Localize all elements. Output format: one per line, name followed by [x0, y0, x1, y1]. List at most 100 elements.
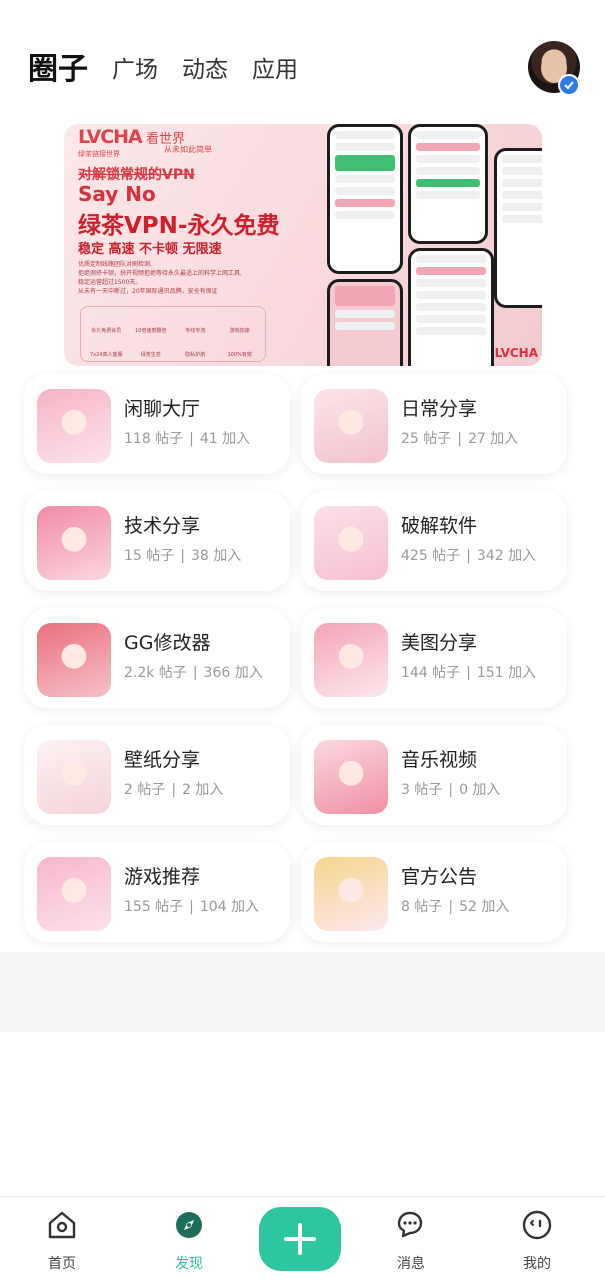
circle-card[interactable]: 游戏推荐 155 帖子 | 104 加入 [24, 842, 290, 942]
circle-title: 破解软件 [401, 515, 478, 537]
circle-thumbnail [37, 857, 111, 931]
circle-card[interactable]: 闲聊大厅 118 帖子 | 41 加入 [24, 374, 290, 474]
circle-stats: 425 帖子 | 342 加入 [401, 545, 536, 565]
post-count: 118 帖子 [124, 431, 184, 447]
stats-separator: | [180, 548, 185, 564]
phone-mockup [327, 279, 403, 366]
circle-title: 音乐视频 [401, 749, 478, 771]
compass-icon [176, 1212, 202, 1238]
banner-subheadline: 稳定 高速 不卡顿 无限速 [78, 242, 222, 257]
circle-thumbnail [314, 506, 388, 580]
phone-mockup [408, 124, 488, 244]
circle-card[interactable]: 破解软件 425 帖子 | 342 加入 [301, 491, 567, 591]
circle-thumbnail [314, 857, 388, 931]
nav-mine[interactable]: 我的 [497, 1197, 577, 1280]
footer-spacer [0, 952, 605, 1032]
circle-stats: 15 帖子 | 38 加入 [124, 545, 241, 565]
nav-messages[interactable]: 消息 [371, 1197, 451, 1280]
circle-card[interactable]: 美图分享 144 帖子 | 151 加入 [301, 608, 567, 708]
top-header: 圈子 广场 动态 应用 [0, 0, 605, 110]
banner-desc-4: 从未有一天中断过，20年国际通讯品牌，安全有保证 [78, 288, 218, 295]
circle-thumbnail [37, 740, 111, 814]
banner-feature: 永久免费会员 [91, 328, 122, 334]
join-count: 366 加入 [203, 665, 263, 681]
join-count: 104 加入 [199, 899, 260, 915]
banner-feature-grid: 永久免费会员 10倍速度翻倍 专线专流 游戏加速 7x24真人客服 绿茶生态 隐… [80, 306, 266, 362]
stats-separator: | [192, 665, 198, 681]
phone-mockup [327, 124, 403, 274]
banner-logo: LVCHA [78, 126, 143, 148]
tab-apps[interactable]: 应用 [252, 50, 298, 90]
circle-title: 壁纸分享 [124, 749, 201, 771]
tab-feed[interactable]: 动态 [182, 50, 228, 90]
post-count: 25 帖子 [401, 431, 452, 447]
phone-mockup [494, 148, 542, 308]
nav-discover-label: 发现 [175, 1256, 203, 1272]
nav-mine-label: 我的 [523, 1256, 551, 1272]
home-icon [48, 1211, 76, 1239]
nav-home-label: 首页 [48, 1256, 76, 1272]
circle-title: 日常分享 [401, 398, 478, 420]
circle-stats: 144 帖子 | 151 加入 [401, 662, 536, 682]
bottom-nav: 首页 发现 消息 我的 [0, 1196, 605, 1280]
circle-thumbnail [37, 623, 111, 697]
banner-say-no: Say No [78, 182, 156, 206]
post-count: 15 帖子 [124, 548, 175, 564]
banner-headline: 绿茶VPN-永久免费 [78, 213, 280, 239]
tab-circles[interactable]: 圈子 [28, 50, 88, 90]
circle-stats: 25 帖子 | 27 加入 [401, 428, 518, 448]
banner-strike-line: 对解锁常规的VPN [78, 167, 195, 183]
circle-thumbnail [314, 740, 388, 814]
circle-title: 官方公告 [401, 866, 478, 888]
chat-bubble-icon [397, 1211, 423, 1238]
circle-stats: 118 帖子 | 41 加入 [124, 428, 250, 448]
circle-card[interactable]: 音乐视频 3 帖子 | 0 加入 [301, 725, 567, 825]
circle-stats: 2.2k 帖子 | 366 加入 [124, 662, 263, 682]
circle-title: 游戏推荐 [124, 866, 201, 888]
circle-thumbnail [37, 506, 111, 580]
stats-separator: | [466, 548, 471, 564]
circle-card[interactable]: 官方公告 8 帖子 | 52 加入 [301, 842, 567, 942]
stats-separator: | [466, 665, 471, 681]
verified-badge-icon [558, 74, 580, 96]
banner-desc-2: 拒绝测挤卡顿，扮开视频拒绝等待永久最适上的科学上网工具, [78, 270, 242, 277]
plus-icon [284, 1223, 316, 1255]
top-tabs: 圈子 广场 动态 应用 [28, 50, 322, 90]
promo-banner[interactable]: LVCHA 绿茶链接世界 看世界 从未如此简单 对解锁常规的VPN Say No… [64, 124, 542, 366]
circle-stats: 2 帖子 | 2 加入 [124, 779, 223, 799]
nav-discover[interactable]: 发现 [149, 1197, 229, 1280]
join-count: 2 加入 [182, 782, 224, 798]
banner-slogan-sub: 从未如此简单 [164, 145, 212, 154]
stats-separator: | [171, 782, 177, 798]
circle-card[interactable]: GG修改器 2.2k 帖子 | 366 加入 [24, 608, 290, 708]
post-count: 3 帖子 [401, 782, 443, 798]
nav-messages-label: 消息 [397, 1256, 425, 1272]
banner-feature: 专线专流 [185, 328, 206, 334]
banner-corner-logo: LVCHA [494, 346, 538, 360]
circle-stats: 155 帖子 | 104 加入 [124, 896, 259, 916]
nav-home[interactable]: 首页 [22, 1197, 102, 1280]
banner-feature: 100%有效 [227, 352, 252, 358]
banner-feature: 10倍速度翻倍 [135, 328, 167, 334]
circle-thumbnail [314, 389, 388, 463]
circle-card[interactable]: 日常分享 25 帖子 | 27 加入 [301, 374, 567, 474]
stats-separator: | [448, 782, 454, 798]
post-count: 2.2k 帖子 [124, 665, 187, 681]
banner-desc-1: 优质定制线路团队对刷检测, [78, 261, 152, 268]
stats-separator: | [189, 899, 194, 915]
banner-feature: 隐私护航 [185, 352, 206, 358]
post-count: 2 帖子 [124, 782, 166, 798]
circle-stats: 3 帖子 | 0 加入 [401, 779, 500, 799]
smiley-face-icon [522, 1210, 552, 1240]
circle-card[interactable]: 壁纸分享 2 帖子 | 2 加入 [24, 725, 290, 825]
banner-desc-3: 稳定运营超过1500天。 [78, 279, 142, 286]
circle-card[interactable]: 技术分享 15 帖子 | 38 加入 [24, 491, 290, 591]
post-count: 8 帖子 [401, 899, 443, 915]
banner-text-block: LVCHA 绿茶链接世界 看世界 从未如此简单 对解锁常规的VPN Say No… [78, 124, 338, 366]
join-count: 0 加入 [459, 782, 501, 798]
create-post-button[interactable] [259, 1207, 341, 1271]
join-count: 342 加入 [476, 548, 537, 564]
join-count: 38 加入 [190, 548, 242, 564]
join-count: 52 加入 [459, 899, 510, 915]
tab-square[interactable]: 广场 [112, 50, 158, 90]
